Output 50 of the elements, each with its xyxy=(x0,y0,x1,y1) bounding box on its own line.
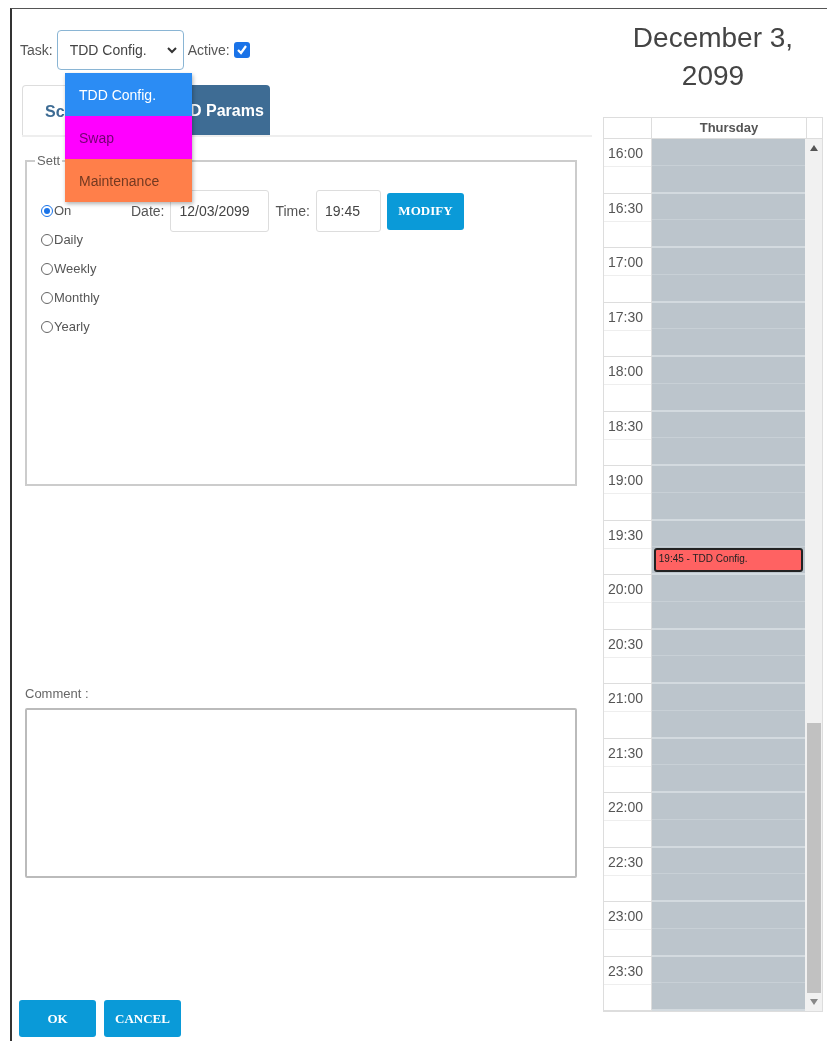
radio-label: Weekly xyxy=(54,261,97,276)
dropdown-option[interactable]: TDD Config. xyxy=(65,73,192,116)
radio-button[interactable] xyxy=(41,291,53,304)
task-select[interactable]: TDD Config. xyxy=(56,30,184,70)
scrollbar[interactable] xyxy=(805,139,822,1011)
time-label: 18:00 xyxy=(607,362,644,379)
scroll-down-icon[interactable] xyxy=(809,999,818,1005)
time-label: 16:00 xyxy=(607,144,644,161)
radio-button[interactable] xyxy=(41,233,53,246)
active-checkbox[interactable] xyxy=(233,42,250,58)
time-label: 23:30 xyxy=(607,961,644,979)
comment-field[interactable] xyxy=(25,708,577,878)
calendar-date-title: December 3, 2099 xyxy=(631,21,795,93)
date-label: Date: xyxy=(131,203,165,219)
scroll-up-icon[interactable] xyxy=(809,145,818,151)
time-label: 21:00 xyxy=(607,689,644,706)
time-label: 18:30 xyxy=(607,416,644,434)
radio-button[interactable] xyxy=(41,320,53,333)
chevron-down-icon xyxy=(166,46,177,54)
time-label: 19:00 xyxy=(607,471,644,488)
ok-button[interactable]: OK xyxy=(19,1000,96,1037)
active-label: Active: xyxy=(187,42,230,58)
date-field[interactable]: 12/03/2099 xyxy=(170,190,270,232)
time-label: 20:00 xyxy=(607,580,644,597)
radio-button[interactable] xyxy=(41,262,53,275)
time-label: 16:30 xyxy=(607,198,644,216)
dropdown-option[interactable]: Swap xyxy=(65,116,192,159)
time-label: 17:00 xyxy=(607,253,644,270)
radio-label: Yearly xyxy=(54,319,90,334)
time-label: 19:30 xyxy=(607,525,644,543)
radio-label: On xyxy=(54,203,72,218)
task-label: Task: xyxy=(20,42,53,58)
calendar-event[interactable]: 19:45 - TDD Config. xyxy=(653,548,804,573)
day-column-header: Thursday xyxy=(652,118,807,138)
radio-label: Monthly xyxy=(54,290,100,305)
time-label: 21:30 xyxy=(607,743,644,761)
settings-legend: Sett xyxy=(35,153,63,168)
cancel-button[interactable]: CANCEL xyxy=(104,1000,181,1037)
radio-label: Daily xyxy=(54,232,83,247)
time-label: 22:30 xyxy=(607,852,644,870)
modify-button[interactable]: MODIFY xyxy=(386,192,464,230)
time-field[interactable]: 19:45 xyxy=(315,190,381,232)
dropdown-option[interactable]: Maintenance xyxy=(65,159,192,202)
comment-label: Comment : xyxy=(25,686,90,701)
time-label: 23:00 xyxy=(607,907,644,924)
radio-button[interactable] xyxy=(41,204,53,217)
time-label: 22:00 xyxy=(607,798,644,815)
time-label: Time: xyxy=(275,203,310,219)
time-label: 17:30 xyxy=(607,307,644,325)
time-label: 20:30 xyxy=(607,634,644,652)
